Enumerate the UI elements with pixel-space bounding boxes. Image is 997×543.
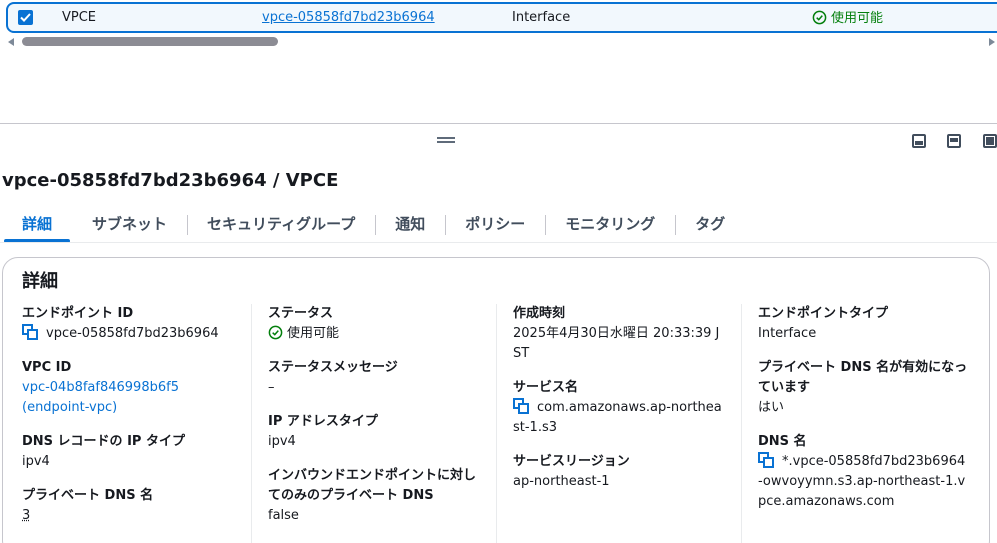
row-status: 使用可能 xyxy=(812,10,883,27)
dns-ip-type-label: DNS レコードの IP タイプ xyxy=(22,434,185,449)
details-column-1: エンドポイント ID vpce-05858fd7bd23b6964 VPC ID… xyxy=(22,304,267,540)
ip-address-type-value: ipv4 xyxy=(268,434,296,449)
scrollbar-thumb[interactable] xyxy=(22,37,278,46)
endpoint-id-label: エンドポイント ID xyxy=(22,306,134,321)
inbound-private-dns-label: インバウンドエンドポイントに対してのみのプライベート DNS xyxy=(268,468,477,503)
tab-security-groups[interactable]: セキュリティグループ xyxy=(187,212,375,238)
pane-bottom-icon[interactable] xyxy=(912,134,926,148)
vpc-id-label: VPC ID xyxy=(22,360,72,375)
copy-icon[interactable] xyxy=(758,452,774,468)
column-divider xyxy=(251,304,252,543)
private-dns-label: プライベート DNS 名 xyxy=(22,488,154,503)
tab-subnets[interactable]: サブネット xyxy=(72,212,187,238)
horizontal-scrollbar[interactable] xyxy=(8,36,997,47)
page-title: vpce-05858fd7bd23b6964 / VPCE xyxy=(2,170,339,191)
tab-tags[interactable]: タグ xyxy=(675,212,745,238)
selected-table-row[interactable]: VPCE vpce-05858fd7bd23b6964 Interface 使用… xyxy=(6,2,997,33)
ip-address-type-label: IP アドレスタイプ xyxy=(268,414,378,429)
vpc-name[interactable]: (endpoint-vpc) xyxy=(22,398,267,418)
inbound-private-dns-value: false xyxy=(268,508,299,523)
column-divider xyxy=(496,304,497,543)
row-name: VPCE xyxy=(62,10,97,25)
scroll-left-icon[interactable] xyxy=(8,38,14,46)
resize-handle-icon[interactable] xyxy=(437,137,455,143)
row-status-text: 使用可能 xyxy=(831,11,884,26)
row-endpoint-type: Interface xyxy=(512,10,571,25)
status-ok-icon xyxy=(268,325,283,340)
checkmark-icon xyxy=(20,13,31,22)
tab-monitoring[interactable]: モニタリング xyxy=(545,212,675,238)
status-value: 使用可能 xyxy=(287,326,340,341)
split-panel-divider xyxy=(0,123,997,124)
copy-icon[interactable] xyxy=(22,324,38,340)
details-column-2: ステータス 使用可能 ステータスメッセージ – IP アドレスタイプ ipv4 … xyxy=(268,304,483,540)
tab-notifications[interactable]: 通知 xyxy=(375,212,445,238)
column-divider xyxy=(741,304,742,543)
status-label: ステータス xyxy=(268,306,334,321)
status-ok-icon xyxy=(812,10,827,25)
endpoint-type-value: Interface xyxy=(758,326,817,341)
service-name-label: サービス名 xyxy=(513,380,579,395)
details-column-3: 作成時刻 2025年4月30日水曜日 20:33:39 JST サービス名 co… xyxy=(513,304,723,506)
dns-ip-type-value: ipv4 xyxy=(22,454,50,469)
created-time-label: 作成時刻 xyxy=(513,306,566,321)
endpoint-id-value: vpce-05858fd7bd23b6964 xyxy=(46,326,219,341)
service-region-value: ap-northeast-1 xyxy=(513,474,610,489)
tab-policy[interactable]: ポリシー xyxy=(445,212,545,238)
row-checkbox[interactable] xyxy=(18,10,33,25)
detail-tabs: 詳細 サブネット セキュリティグループ 通知 ポリシー モニタリング タグ xyxy=(2,212,745,244)
status-message-value: – xyxy=(268,380,275,395)
dns-names-label: DNS 名 xyxy=(758,434,807,449)
private-dns-enabled-label: プライベート DNS 名が有効になっています xyxy=(758,360,968,395)
pane-side-icon[interactable] xyxy=(947,134,961,148)
vpc-id-link[interactable]: vpc-04b8faf846998b6f5 xyxy=(22,378,267,398)
service-region-label: サービスリージョン xyxy=(513,454,630,469)
endpoint-type-label: エンドポイントタイプ xyxy=(758,306,889,321)
private-dns-value[interactable]: 3 xyxy=(22,506,267,526)
dns-name-value: *.vpce-05858fd7bd23b6964-owvoyymn.s3.ap-… xyxy=(758,454,966,509)
tabs-underline xyxy=(0,242,997,243)
pane-full-icon[interactable] xyxy=(983,134,997,148)
copy-icon[interactable] xyxy=(513,398,529,414)
details-column-4: エンドポイントタイプ Interface プライベート DNS 名が有効になって… xyxy=(758,304,968,526)
tab-details[interactable]: 詳細 xyxy=(2,212,72,243)
section-title: 詳細 xyxy=(22,271,58,292)
created-time-value: 2025年4月30日水曜日 20:33:39 JST xyxy=(513,326,720,361)
row-endpoint-id-link[interactable]: vpce-05858fd7bd23b6964 xyxy=(262,10,435,26)
status-message-label: ステータスメッセージ xyxy=(268,360,398,375)
private-dns-enabled-value: はい xyxy=(758,400,785,415)
scroll-right-icon[interactable] xyxy=(989,38,995,46)
service-name-value: com.amazonaws.ap-northeast-1.s3 xyxy=(513,400,722,435)
